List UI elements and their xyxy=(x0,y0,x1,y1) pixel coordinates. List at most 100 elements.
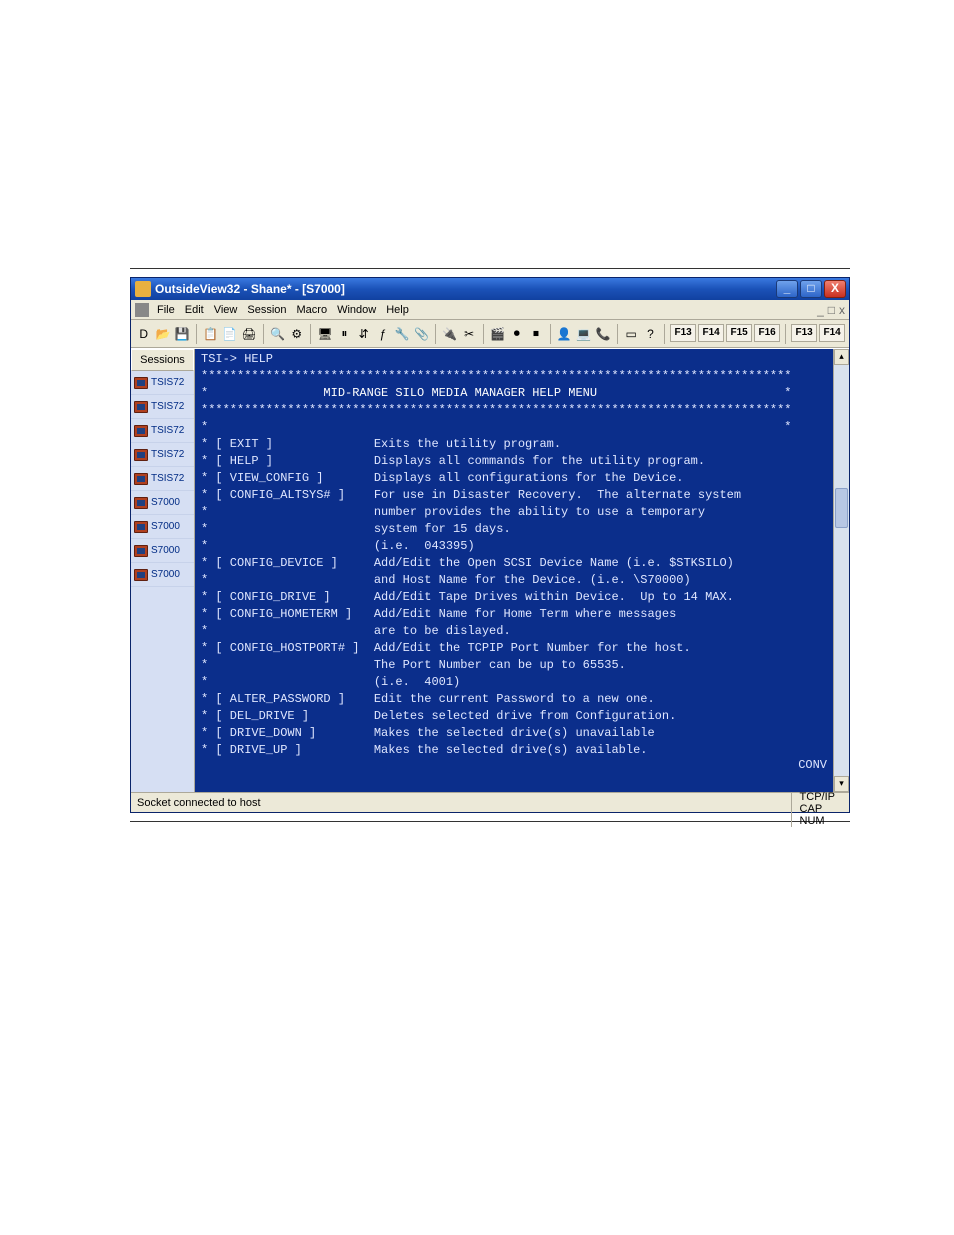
mdi-child-icon[interactable] xyxy=(135,303,149,317)
application-window: OutsideView32 - Shane* - [S7000] _ □ X F… xyxy=(130,277,850,813)
session-item-label: TSIS72 xyxy=(151,425,184,436)
scroll-up-arrow-icon[interactable]: ▴ xyxy=(834,349,849,365)
terminal-icon xyxy=(134,377,148,389)
menu-macro[interactable]: Macro xyxy=(297,304,328,316)
toolbar-util-0-icon[interactable]: 🔍 xyxy=(269,325,286,343)
maximize-button[interactable]: □ xyxy=(800,280,822,298)
toolbar-comm-1-icon[interactable]: ✂ xyxy=(461,325,478,343)
terminal-icon xyxy=(134,473,148,485)
toolbar-separator xyxy=(483,324,484,344)
fkey-f16[interactable]: F16 xyxy=(754,324,780,342)
toolbar-session-1-icon[interactable]: ⏸ xyxy=(336,325,353,343)
session-item-label: TSIS72 xyxy=(151,377,184,388)
toolbar-session-3-icon[interactable]: ƒ xyxy=(374,325,391,343)
status-panel-num: NUM xyxy=(791,815,843,827)
scroll-track[interactable] xyxy=(834,365,849,776)
session-item-5[interactable]: S7000 xyxy=(131,491,194,515)
terminal-icon xyxy=(134,425,148,437)
status-panel-cap: CAP xyxy=(791,803,843,815)
terminal-icon xyxy=(134,401,148,413)
toolbar-separator xyxy=(435,324,436,344)
session-item-3[interactable]: TSIS72 xyxy=(131,443,194,467)
fkey-right-f13[interactable]: F13 xyxy=(791,324,817,342)
toolbar-separator xyxy=(785,324,786,344)
session-item-7[interactable]: S7000 xyxy=(131,539,194,563)
fkey-f15[interactable]: F15 xyxy=(726,324,752,342)
session-item-6[interactable]: S7000 xyxy=(131,515,194,539)
session-item-1[interactable]: TSIS72 xyxy=(131,395,194,419)
menu-window[interactable]: Window xyxy=(337,304,376,316)
terminal-icon xyxy=(134,449,148,461)
terminal-icon xyxy=(134,545,148,557)
session-item-label: TSIS72 xyxy=(151,473,184,484)
toolbar-separator xyxy=(310,324,311,344)
toolbar-macro-0-icon[interactable]: 🎬 xyxy=(489,325,506,343)
toolbar-misc-0-icon[interactable]: 👤 xyxy=(556,325,573,343)
toolbar-separator xyxy=(196,324,197,344)
window-title: OutsideView32 - Shane* - [S7000] xyxy=(155,282,776,296)
toolbar-macro-2-icon[interactable]: ⏹ xyxy=(527,325,544,343)
terminal-icon xyxy=(134,497,148,509)
fkey-f14[interactable]: F14 xyxy=(698,324,724,342)
conv-indicator: CONV xyxy=(798,757,827,774)
sessions-header: Sessions xyxy=(131,349,194,371)
menu-session[interactable]: Session xyxy=(247,304,286,316)
sessions-sidebar: Sessions TSIS72 TSIS72 TSIS72 TSIS72 TSIS72 S… xyxy=(131,349,195,792)
toolbar-session-0-icon[interactable]: 🖥 xyxy=(316,325,333,343)
toolbar-macro-1-icon[interactable]: ⏺ xyxy=(508,325,525,343)
session-item-label: S7000 xyxy=(151,497,180,508)
toolbar-edit-0-icon[interactable]: 📋 xyxy=(202,325,219,343)
menu-view[interactable]: View xyxy=(214,304,238,316)
vertical-scrollbar[interactable]: ▴ ▾ xyxy=(833,349,849,792)
toolbar-help-1-icon[interactable]: ? xyxy=(642,325,659,343)
toolbar-edit-2-icon[interactable]: 🖨 xyxy=(241,325,258,343)
toolbar-session-2-icon[interactable]: ⇵ xyxy=(355,325,372,343)
toolbar-util-1-icon[interactable]: ⚙ xyxy=(288,325,305,343)
status-panel-tcpip: TCP/IP xyxy=(791,791,843,803)
status-bar: Socket connected to host TelnetTCP/IPCAP… xyxy=(131,792,849,812)
minimize-button[interactable]: _ xyxy=(776,280,798,298)
doc-rule-top xyxy=(130,268,850,269)
toolbar-file-0-icon[interactable]: D xyxy=(135,325,152,343)
toolbar-misc-2-icon[interactable]: 📞 xyxy=(594,325,611,343)
session-item-2[interactable]: TSIS72 xyxy=(131,419,194,443)
session-item-label: S7000 xyxy=(151,569,180,580)
scroll-thumb[interactable] xyxy=(835,488,848,528)
toolbar-file-2-icon[interactable]: 💾 xyxy=(174,325,191,343)
session-item-8[interactable]: S7000 xyxy=(131,563,194,587)
toolbar-help-0-icon[interactable]: ▭ xyxy=(623,325,640,343)
session-item-label: TSIS72 xyxy=(151,449,184,460)
terminal-area[interactable]: TSI-> HELP *****************************… xyxy=(195,349,833,792)
toolbar-separator xyxy=(263,324,264,344)
workspace: Sessions TSIS72 TSIS72 TSIS72 TSIS72 TSIS72 S… xyxy=(131,348,849,792)
doc-rule-bottom xyxy=(130,821,850,822)
toolbar-misc-1-icon[interactable]: 💻 xyxy=(575,325,592,343)
fkey-f13[interactable]: F13 xyxy=(670,324,696,342)
session-item-label: S7000 xyxy=(151,545,180,556)
toolbar-session-5-icon[interactable]: 📎 xyxy=(413,325,430,343)
toolbar-session-4-icon[interactable]: 🔧 xyxy=(394,325,411,343)
menu-file[interactable]: File xyxy=(157,304,175,316)
toolbar-edit-1-icon[interactable]: 📄 xyxy=(221,325,238,343)
close-button[interactable]: X xyxy=(824,280,846,298)
titlebar[interactable]: OutsideView32 - Shane* - [S7000] _ □ X xyxy=(131,278,849,300)
app-icon xyxy=(135,281,151,297)
menu-help[interactable]: Help xyxy=(386,304,409,316)
terminal-icon xyxy=(134,521,148,533)
toolbar-separator xyxy=(550,324,551,344)
toolbar: D📂💾📋📄🖨🔍⚙🖥⏸⇵ƒ🔧📎🔌✂🎬⏺⏹👤💻📞▭?F13F14F15F16F13F… xyxy=(131,320,849,348)
toolbar-separator xyxy=(664,324,665,344)
toolbar-separator xyxy=(617,324,618,344)
toolbar-comm-0-icon[interactable]: 🔌 xyxy=(441,325,458,343)
mdi-max-button[interactable]: □ xyxy=(828,303,835,317)
status-text: Socket connected to host xyxy=(137,797,261,809)
session-item-0[interactable]: TSIS72 xyxy=(131,371,194,395)
fkey-right-f14[interactable]: F14 xyxy=(819,324,845,342)
menu-edit[interactable]: Edit xyxy=(185,304,204,316)
mdi-restore-button[interactable]: _ xyxy=(817,303,824,317)
session-item-label: S7000 xyxy=(151,521,180,532)
mdi-close-button[interactable]: x xyxy=(839,303,845,317)
session-item-4[interactable]: TSIS72 xyxy=(131,467,194,491)
toolbar-file-1-icon[interactable]: 📂 xyxy=(154,325,171,343)
terminal-icon xyxy=(134,569,148,581)
